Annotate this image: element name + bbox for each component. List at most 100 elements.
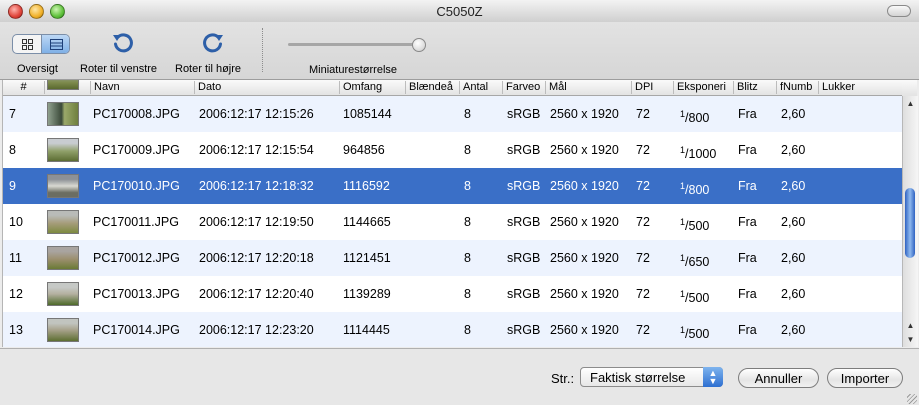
- scroll-up-arrow-icon[interactable]: ▲: [903, 96, 918, 110]
- cell-name: PC170011.JPG: [93, 215, 179, 229]
- cell-count: 8: [464, 107, 471, 121]
- thumbnail-size-label: Miniaturestørrelse: [309, 64, 398, 76]
- thumbnail-image: [47, 80, 79, 90]
- cell-flash: Fra: [738, 179, 757, 193]
- table-row[interactable]: 12 PC170013.JPG 2006:12:17 12:20:40 1139289…: [3, 276, 905, 312]
- toolbar: Oversigt Roter til venstre Roter til høj…: [0, 22, 919, 80]
- cell-size: 964856: [343, 143, 385, 157]
- thumbnail-image: [47, 102, 79, 126]
- cancel-button[interactable]: Annuller: [738, 368, 819, 388]
- cell-date: 2006:12:17 12:19:50: [199, 215, 314, 229]
- cell-size: 1121451: [343, 251, 391, 265]
- cell-name: PC170012.JPG: [93, 251, 180, 265]
- scroll-down-arrow-icon[interactable]: ▼: [903, 332, 918, 346]
- cell-fnum: 2,60: [781, 107, 806, 121]
- rotate-left-label[interactable]: Roter til venstre: [80, 63, 157, 75]
- cell-name: PC170010.JPG: [93, 179, 180, 193]
- cell-exposure: 1/800: [680, 96, 734, 132]
- toolbar-toggle-button[interactable]: [887, 5, 911, 17]
- cell-flash: Fra: [738, 215, 757, 229]
- table-row[interactable]: 10 PC170011.JPG 2006:12:17 12:19:50 1144665…: [3, 204, 905, 240]
- cell-count: 8: [464, 251, 471, 265]
- cell-date: 2006:12:17 12:15:26: [199, 107, 314, 121]
- cell-size: 1114445: [343, 323, 390, 337]
- cell-fnum: 2,60: [781, 215, 806, 229]
- cell-date: 2006:12:17 12:20:18: [199, 251, 314, 265]
- resize-grip-icon[interactable]: [907, 394, 917, 404]
- thumbnail-size-slider[interactable]: [288, 43, 418, 46]
- window-title: C5050Z: [436, 4, 483, 19]
- cell-exposure: 1/650: [680, 240, 734, 276]
- cell-count: 8: [464, 179, 471, 193]
- thumbnail-size-slider-knob[interactable]: [412, 38, 426, 52]
- table-row[interactable]: 11 PC170012.JPG 2006:12:17 12:20:18 1121451…: [3, 240, 905, 276]
- cell-flash: Fra: [738, 251, 757, 265]
- table-header-corner: [902, 80, 917, 97]
- cell-exposure: 1/500: [680, 204, 734, 240]
- thumbnail-image: [47, 318, 79, 342]
- rotate-right-label[interactable]: Roter til højre: [175, 63, 241, 75]
- cell-dpi: 72: [636, 179, 650, 193]
- cell-dims: 2560 x 1920: [550, 215, 619, 229]
- cell-size: 1139289: [343, 287, 391, 301]
- table-row[interactable]: 7 PC170008.JPG 2006:12:17 12:15:26 1085144 8…: [3, 96, 905, 132]
- cell-size: 1144665: [343, 215, 391, 229]
- cell-fnum: 2,60: [781, 287, 806, 301]
- cell-count: 8: [464, 323, 471, 337]
- cell-count: 8: [464, 215, 471, 229]
- cell-flash: Fra: [738, 287, 757, 301]
- table-row[interactable]: 13 PC170014.JPG 2006:12:17 12:23:20 1114445…: [3, 312, 905, 347]
- table-row-selected[interactable]: 9 PC170010.JPG 2006:12:17 12:18:32 1116592 8…: [3, 168, 905, 204]
- title-bar: C5050Z: [0, 0, 919, 23]
- cell-date: 2006:12:17 12:20:40: [199, 287, 314, 301]
- import-window: C5050Z Oversigt Roter til venstre Roter …: [0, 0, 919, 405]
- thumbnail-image: [47, 210, 79, 234]
- cell-num: 7: [9, 107, 16, 121]
- scroll-up-arrow-icon-bottom[interactable]: ▲: [903, 318, 918, 332]
- size-popup[interactable]: Faktisk størrelse ▲ ▼: [580, 367, 723, 387]
- list-view-icon[interactable]: [41, 35, 69, 53]
- cell-date: 2006:12:17 12:18:32: [199, 179, 314, 193]
- size-popup-value: Faktisk størrelse: [590, 370, 686, 385]
- cell-num: 11: [9, 251, 22, 265]
- thumbnail-image: [47, 174, 79, 198]
- cell-fnum: 2,60: [781, 143, 806, 157]
- bottom-bar: Str.: Faktisk størrelse ▲ ▼ Annuller Impo…: [0, 348, 919, 405]
- table-row[interactable]: 8 PC170009.JPG 2006:12:17 12:15:54 964856 8 s…: [3, 132, 905, 168]
- cell-exposure-denominator: 500: [688, 291, 710, 305]
- cell-color: sRGB: [507, 215, 541, 229]
- cell-exposure-denominator: 650: [688, 255, 710, 269]
- image-table[interactable]: # Navn Dato Omfang Blændeå Antal Farveo …: [2, 80, 905, 347]
- rotate-left-button[interactable]: [110, 31, 136, 60]
- cell-name: PC170009.JPG: [93, 143, 180, 157]
- vertical-scrollbar[interactable]: ▲ ▲ ▼: [902, 96, 918, 347]
- cell-size: 1116592: [343, 179, 390, 193]
- cell-exposure-denominator: 500: [688, 219, 710, 233]
- cell-size: 1085144: [343, 107, 392, 121]
- table-row-partial[interactable]: [3, 80, 905, 96]
- cell-name: PC170013.JPG: [93, 287, 180, 301]
- thumbnail-image: [47, 246, 79, 270]
- cell-exposure-denominator: 1000: [688, 147, 717, 161]
- grid-view-icon[interactable]: [13, 35, 41, 53]
- rotate-right-button[interactable]: [200, 31, 226, 60]
- cell-count: 8: [464, 143, 471, 157]
- cell-name: PC170008.JPG: [93, 107, 180, 121]
- cell-exposure: 1/1000: [680, 132, 734, 168]
- overview-label: Oversigt: [17, 63, 58, 75]
- cell-num: 8: [9, 143, 16, 157]
- cell-flash: Fra: [738, 323, 757, 337]
- scrollbar-thumb[interactable]: [905, 188, 915, 258]
- cell-dpi: 72: [636, 287, 650, 301]
- cell-date: 2006:12:17 12:23:20: [199, 323, 314, 337]
- cell-dims: 2560 x 1920: [550, 251, 619, 265]
- import-button[interactable]: Importer: [827, 368, 903, 388]
- cell-num: 13: [9, 323, 23, 337]
- cell-date: 2006:12:17 12:15:54: [199, 143, 314, 157]
- cell-fnum: 2,60: [781, 179, 806, 193]
- cell-num: 9: [9, 179, 16, 193]
- cell-dims: 2560 x 1920: [550, 179, 619, 193]
- view-mode-segmented-control[interactable]: [12, 34, 70, 54]
- cell-exposure: 1/500: [680, 312, 734, 347]
- cell-dpi: 72: [636, 107, 650, 121]
